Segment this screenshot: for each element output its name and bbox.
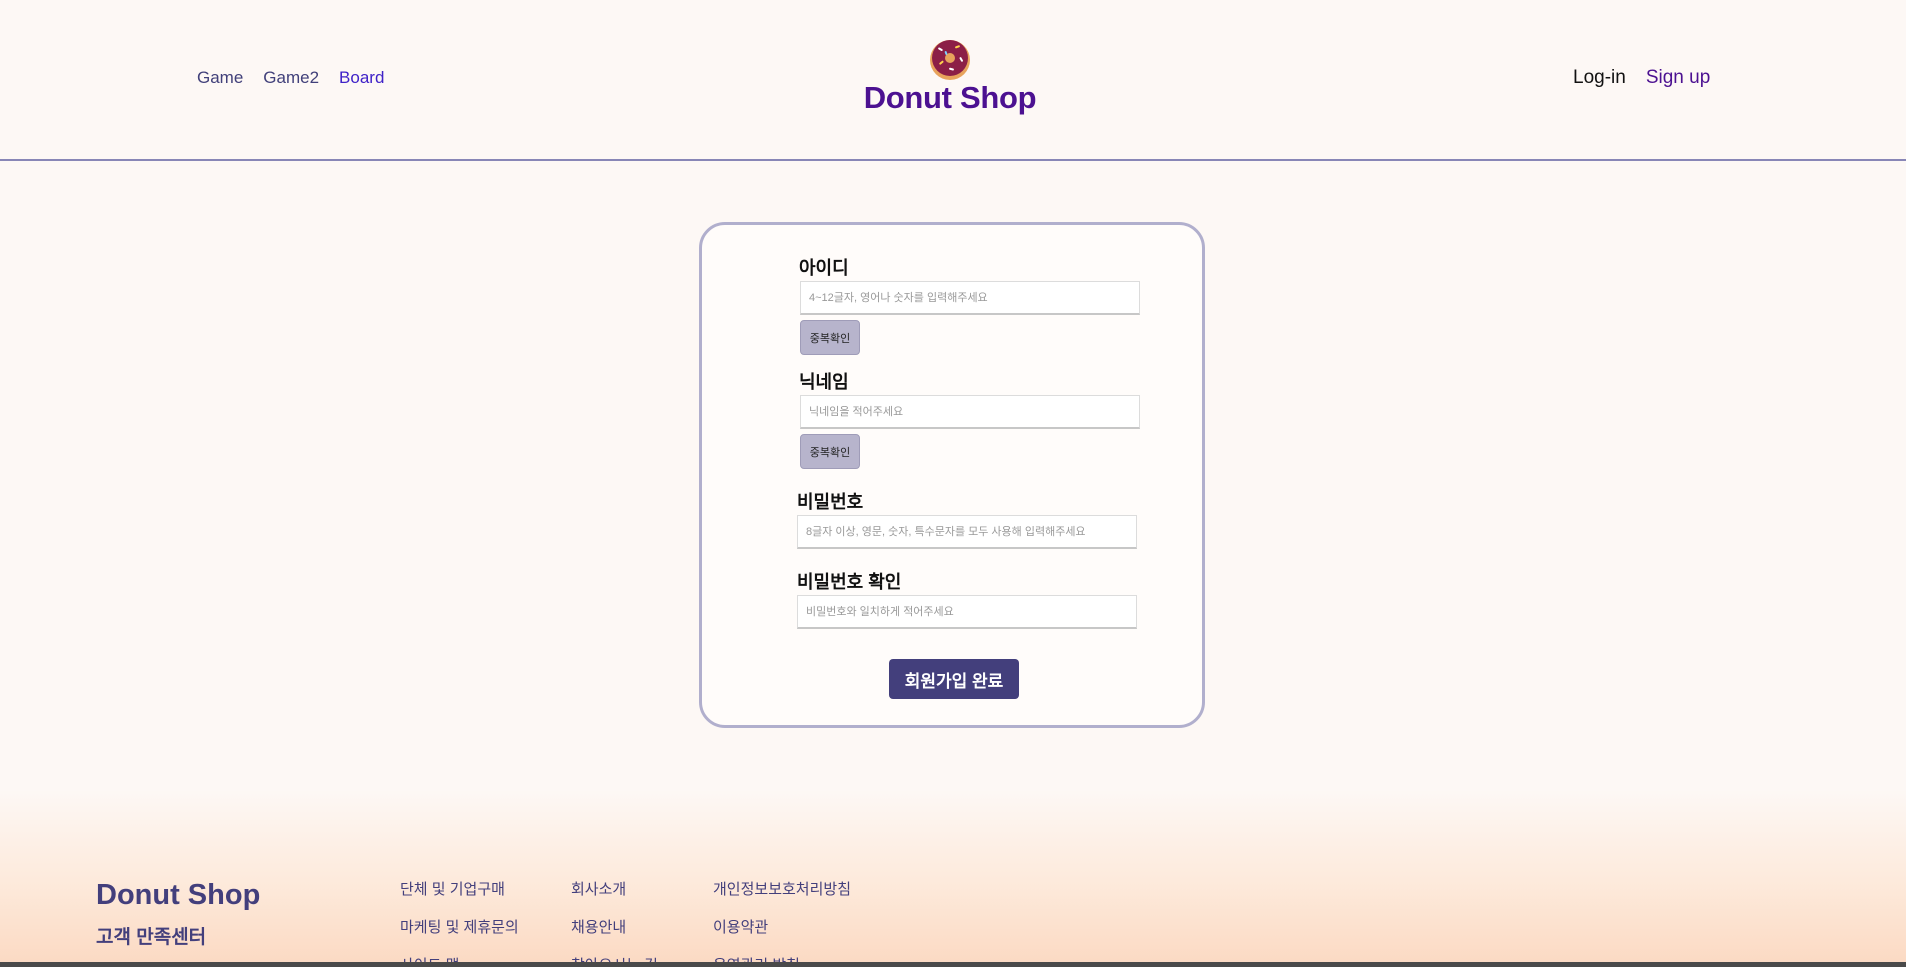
donut-icon (930, 40, 970, 80)
nickname-input[interactable] (800, 395, 1140, 429)
password-input[interactable] (797, 515, 1137, 549)
nav-board[interactable]: Board (339, 68, 384, 88)
main-nav: Game Game2 Board (197, 68, 384, 88)
footer-link-group-purchase[interactable]: 단체 및 기업구매 (400, 878, 519, 898)
id-input[interactable] (800, 281, 1140, 315)
nickname-duplicate-check-button[interactable]: 중복확인 (800, 434, 860, 469)
footer-column-3: 개인정보보호처리방침 이용약관 운영관리 방침 (713, 878, 851, 967)
id-duplicate-check-button[interactable]: 중복확인 (800, 320, 860, 355)
password-confirm-label: 비밀번호 확인 (797, 572, 902, 592)
footer-customer-center: 고객 만족센터 (96, 927, 207, 948)
footer-column-2: 회사소개 채용안내 찾아오시는 길 (571, 878, 658, 967)
footer-link-careers[interactable]: 채용안내 (571, 916, 658, 936)
footer-link-terms[interactable]: 이용약관 (713, 916, 851, 936)
footer-brand: Donut Shop (96, 879, 261, 911)
site-header: Game Game2 Board Donut Shop Log-in Sign … (0, 0, 1906, 161)
auth-nav: Log-in Sign up (1573, 67, 1710, 89)
site-logo[interactable]: Donut Shop (850, 36, 1050, 116)
login-link[interactable]: Log-in (1573, 67, 1626, 89)
signup-submit-button[interactable]: 회원가입 완료 (889, 659, 1019, 699)
password-confirm-input[interactable] (797, 595, 1137, 629)
password-label: 비밀번호 (797, 492, 864, 512)
site-footer: Donut Shop 고객 만족센터 단체 및 기업구매 마케팅 및 제휴문의 … (0, 790, 1906, 967)
signup-link[interactable]: Sign up (1646, 67, 1710, 89)
nav-game[interactable]: Game (197, 68, 243, 88)
footer-link-about[interactable]: 회사소개 (571, 878, 658, 898)
nickname-label: 닉네임 (799, 372, 849, 392)
window-bottom-edge (0, 962, 1906, 967)
footer-link-privacy[interactable]: 개인정보보호처리방침 (713, 878, 851, 898)
footer-link-marketing[interactable]: 마케팅 및 제휴문의 (400, 916, 519, 936)
signup-form-card: 아이디 중복확인 닉네임 중복확인 비밀번호 비밀번호 확인 회원가입 완료 (699, 222, 1205, 728)
footer-column-1: 단체 및 기업구매 마케팅 및 제휴문의 사이트 맵 (400, 878, 519, 967)
nav-game2[interactable]: Game2 (263, 68, 319, 88)
brand-title: Donut Shop (863, 80, 1037, 115)
id-label: 아이디 (799, 258, 849, 278)
